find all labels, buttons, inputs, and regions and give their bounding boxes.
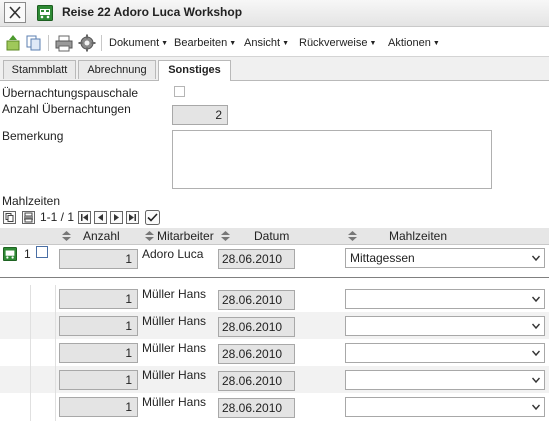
bemerkung-label: Bemerkung xyxy=(2,129,64,143)
new-document-icon[interactable] xyxy=(4,34,22,52)
anzahl-field[interactable]: 1 xyxy=(59,249,138,269)
chevron-down-icon xyxy=(532,404,540,411)
anzahl-uebernachtungen-field[interactable]: 2 xyxy=(172,105,228,125)
row-index: 1 xyxy=(24,247,31,261)
print-rows-icon[interactable] xyxy=(22,211,35,224)
mitarbeiter-value: Müller Hans xyxy=(142,314,207,328)
mitarbeiter-value: Müller Hans xyxy=(142,287,207,301)
datum-field[interactable]: 28.06.2010 xyxy=(218,371,295,391)
anzahl-uebernachtungen-label: Anzahl Übernachtungen xyxy=(2,102,131,116)
anzahl-field[interactable]: 1 xyxy=(59,397,138,417)
datum-field[interactable]: 28.06.2010 xyxy=(218,398,295,418)
next-page-icon[interactable] xyxy=(110,211,123,224)
column-header-mitarbeiter[interactable]: Mitarbeiter xyxy=(157,229,214,243)
window-title: Reise 22 Adoro Luca Workshop xyxy=(62,5,243,19)
menu-aktionen[interactable]: Aktionen ▼ xyxy=(388,37,440,49)
mahlzeit-select[interactable] xyxy=(345,343,545,363)
mahlzeiten-section-label: Mahlzeiten xyxy=(2,194,61,208)
toolbar-separator xyxy=(101,35,102,51)
pager-text: 1-1 / 1 xyxy=(40,210,75,224)
mahlzeit-select[interactable]: Mittagessen xyxy=(345,248,545,268)
travel-document-icon xyxy=(37,5,53,21)
mahlzeit-select[interactable] xyxy=(345,289,545,309)
toolbar-separator xyxy=(48,35,49,51)
column-divider xyxy=(30,285,31,421)
menu-rueckverweise[interactable]: Rückverweise ▼ xyxy=(299,37,376,49)
print-icon[interactable] xyxy=(55,34,73,52)
sort-mahlzeiten-icon[interactable] xyxy=(348,231,357,241)
datum-field[interactable]: 28.06.2010 xyxy=(218,290,295,310)
mahlzeit-select[interactable] xyxy=(345,397,545,417)
travel-row-icon xyxy=(3,247,17,261)
last-page-icon[interactable] xyxy=(126,211,139,224)
group-separator xyxy=(0,277,549,278)
uebernachtungspauschale-checkbox[interactable] xyxy=(174,86,185,97)
anzahl-field[interactable]: 1 xyxy=(59,316,138,336)
bemerkung-textarea[interactable] xyxy=(172,130,492,189)
chevron-down-icon xyxy=(532,296,540,303)
datum-field[interactable]: 28.06.2010 xyxy=(218,249,295,269)
uebernachtungspauschale-label: Übernachtungspauschale xyxy=(2,86,139,100)
menu-dokument[interactable]: Dokument ▼ xyxy=(109,37,168,49)
settings-gear-icon[interactable] xyxy=(78,34,96,52)
anzahl-field[interactable]: 1 xyxy=(59,289,138,309)
tab-stammblatt[interactable]: Stammblatt xyxy=(3,60,76,79)
previous-page-icon[interactable] xyxy=(94,211,107,224)
tab-abrechnung[interactable]: Abrechnung xyxy=(78,60,156,79)
sort-mitarbeiter-icon[interactable] xyxy=(145,231,154,241)
column-header-anzahl[interactable]: Anzahl xyxy=(83,229,120,243)
tab-sonstiges[interactable]: Sonstiges xyxy=(158,60,231,81)
mitarbeiter-value: Müller Hans xyxy=(142,368,207,382)
datum-field[interactable]: 28.06.2010 xyxy=(218,344,295,364)
close-icon xyxy=(9,6,21,19)
datum-field[interactable]: 28.06.2010 xyxy=(218,317,295,337)
chevron-down-icon xyxy=(532,377,540,384)
mitarbeiter-value: Adoro Luca xyxy=(142,247,204,261)
anzahl-field[interactable]: 1 xyxy=(59,343,138,363)
copy-rows-icon[interactable] xyxy=(3,211,16,224)
sort-anzahl-icon[interactable] xyxy=(62,231,71,241)
chevron-down-icon xyxy=(532,255,540,262)
mahlzeit-select[interactable] xyxy=(345,316,545,336)
confirm-check-icon[interactable] xyxy=(145,210,160,225)
close-button[interactable] xyxy=(4,2,26,23)
row-select-checkbox[interactable] xyxy=(36,246,48,258)
mitarbeiter-value: Müller Hans xyxy=(142,341,207,355)
chevron-down-icon xyxy=(532,323,540,330)
copy-icon[interactable] xyxy=(25,34,43,52)
menu-ansicht[interactable]: Ansicht ▼ xyxy=(244,37,289,49)
column-header-mahlzeiten[interactable]: Mahlzeiten xyxy=(389,229,447,243)
chevron-down-icon xyxy=(532,350,540,357)
mahlzeit-select-value: Mittagessen xyxy=(350,251,415,265)
column-header-datum[interactable]: Datum xyxy=(254,229,289,243)
mahlzeit-select[interactable] xyxy=(345,370,545,390)
first-page-icon[interactable] xyxy=(78,211,91,224)
column-divider xyxy=(55,285,56,421)
anzahl-field[interactable]: 1 xyxy=(59,370,138,390)
mitarbeiter-value: Müller Hans xyxy=(142,395,207,409)
menu-bearbeiten[interactable]: Bearbeiten ▼ xyxy=(174,37,236,49)
sort-datum-icon[interactable] xyxy=(221,231,230,241)
